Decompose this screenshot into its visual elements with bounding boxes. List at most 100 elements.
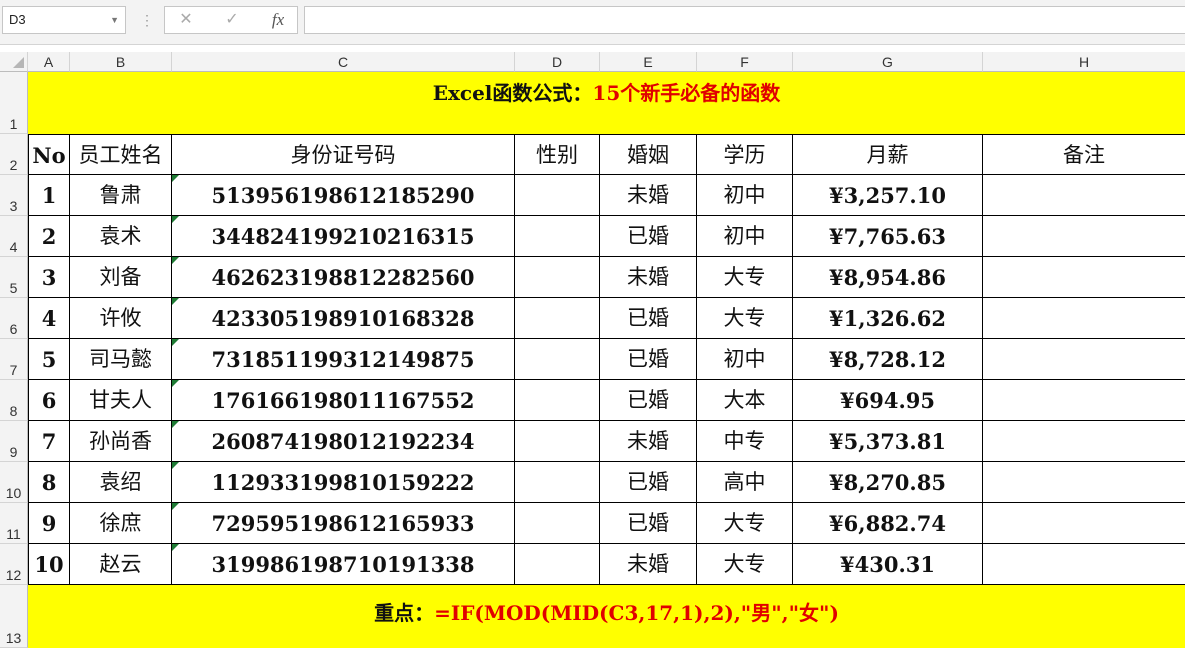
header-cell[interactable]: No [28,134,70,175]
table-cell[interactable]: 未婚 [600,257,697,298]
table-cell[interactable]: 176166198011167552 [172,380,515,421]
table-cell[interactable]: 初中 [697,175,793,216]
enter-icon[interactable]: ✓ [217,7,247,33]
table-cell[interactable]: 甘夫人 [70,380,172,421]
select-all-button[interactable] [0,52,28,72]
gender-cell[interactable] [515,216,600,257]
table-cell[interactable]: 大本 [697,380,793,421]
column-header-g[interactable]: G [793,52,983,72]
table-cell[interactable] [983,421,1185,462]
table-cell[interactable]: 孙尚香 [70,421,172,462]
table-cell[interactable]: 大专 [697,544,793,585]
table-cell[interactable]: ¥6,882.74 [793,503,983,544]
table-cell[interactable]: 9 [28,503,70,544]
table-cell[interactable]: 513956198612185290 [172,175,515,216]
table-cell[interactable]: ¥430.31 [793,544,983,585]
column-header-h[interactable]: H [983,52,1185,72]
column-header-a[interactable]: A [28,52,70,72]
column-header-f[interactable]: F [697,52,793,72]
table-cell[interactable]: 已婚 [600,216,697,257]
column-header-c[interactable]: C [172,52,515,72]
row-header-8[interactable]: 8 [0,380,28,421]
table-cell[interactable]: 已婚 [600,380,697,421]
table-cell[interactable]: ¥8,270.85 [793,462,983,503]
formula-input[interactable] [304,6,1185,34]
row-header-5[interactable]: 5 [0,257,28,298]
table-cell[interactable]: ¥694.95 [793,380,983,421]
table-cell[interactable]: ¥3,257.10 [793,175,983,216]
column-header-b[interactable]: B [70,52,172,72]
table-cell[interactable]: 8 [28,462,70,503]
table-cell[interactable]: 大专 [697,503,793,544]
row-header-10[interactable]: 10 [0,462,28,503]
table-cell[interactable]: ¥8,728.12 [793,339,983,380]
table-cell[interactable]: 4 [28,298,70,339]
table-cell[interactable]: 7 [28,421,70,462]
table-cell[interactable]: 3 [28,257,70,298]
insert-function-icon[interactable]: fx [263,7,293,33]
gender-cell[interactable] [515,175,600,216]
gender-cell[interactable] [515,544,600,585]
chevron-down-icon[interactable]: ▼ [110,7,119,33]
name-box[interactable]: D3 ▼ [2,6,126,34]
table-cell[interactable]: 5 [28,339,70,380]
table-cell[interactable]: 大专 [697,257,793,298]
table-cell[interactable] [983,339,1185,380]
table-cell[interactable]: 已婚 [600,298,697,339]
table-cell[interactable]: 462623198812282560 [172,257,515,298]
table-cell[interactable]: 6 [28,380,70,421]
table-cell[interactable]: 未婚 [600,175,697,216]
header-cell[interactable]: 备注 [983,134,1185,175]
row-header-12[interactable]: 12 [0,544,28,585]
table-cell[interactable]: 729595198612165933 [172,503,515,544]
more-options-icon[interactable]: ⋮ [140,10,154,30]
table-cell[interactable]: 319986198710191338 [172,544,515,585]
table-cell[interactable]: ¥5,373.81 [793,421,983,462]
table-cell[interactable]: 袁术 [70,216,172,257]
gender-cell[interactable] [515,421,600,462]
column-header-d[interactable]: D [515,52,600,72]
table-cell[interactable]: 未婚 [600,421,697,462]
table-cell[interactable]: 1 [28,175,70,216]
table-cell[interactable]: 344824199210216315 [172,216,515,257]
table-cell[interactable]: 已婚 [600,462,697,503]
table-cell[interactable]: 未婚 [600,544,697,585]
table-cell[interactable]: 刘备 [70,257,172,298]
gender-cell[interactable] [515,298,600,339]
table-cell[interactable]: 已婚 [600,503,697,544]
gender-cell[interactable] [515,339,600,380]
table-cell[interactable]: 袁绍 [70,462,172,503]
header-cell[interactable]: 学历 [697,134,793,175]
table-cell[interactable]: 中专 [697,421,793,462]
table-cell[interactable]: 鲁肃 [70,175,172,216]
table-cell[interactable]: 高中 [697,462,793,503]
table-cell[interactable]: 初中 [697,216,793,257]
table-cell[interactable]: 2 [28,216,70,257]
table-cell[interactable] [983,216,1185,257]
table-cell[interactable] [983,544,1185,585]
table-cell[interactable] [983,175,1185,216]
table-cell[interactable] [983,257,1185,298]
table-cell[interactable] [983,462,1185,503]
row-header-11[interactable]: 11 [0,503,28,544]
gender-cell[interactable] [515,257,600,298]
table-cell[interactable]: 10 [28,544,70,585]
header-cell[interactable]: 身份证号码 [172,134,515,175]
table-cell[interactable]: ¥8,954.86 [793,257,983,298]
table-cell[interactable]: ¥7,765.63 [793,216,983,257]
header-cell[interactable]: 员工姓名 [70,134,172,175]
table-cell[interactable]: 司马懿 [70,339,172,380]
table-cell[interactable] [983,503,1185,544]
table-cell[interactable]: 许攸 [70,298,172,339]
header-cell[interactable]: 月薪 [793,134,983,175]
row-header-2[interactable]: 2 [0,134,28,175]
header-cell[interactable]: 性别 [515,134,600,175]
table-cell[interactable] [983,380,1185,421]
row-header-4[interactable]: 4 [0,216,28,257]
table-cell[interactable]: 731851199312149875 [172,339,515,380]
table-cell[interactable]: 112933199810159222 [172,462,515,503]
gender-cell[interactable] [515,503,600,544]
row-header-9[interactable]: 9 [0,421,28,462]
row-header-13[interactable]: 13 [0,585,28,648]
header-cell[interactable]: 婚姻 [600,134,697,175]
